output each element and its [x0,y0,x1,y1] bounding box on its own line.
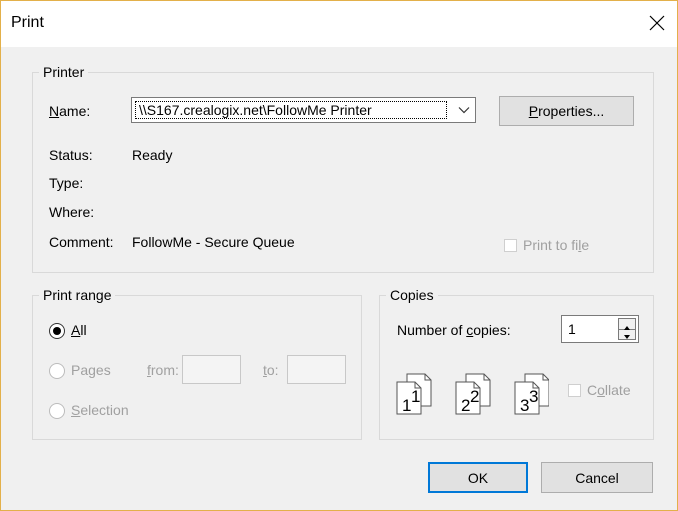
selection-radio[interactable] [49,403,65,419]
spin-buttons [618,318,636,340]
printer-group-legend: Printer [43,64,85,80]
printer-name-label: Name: [49,103,91,119]
pages-radio[interactable] [49,363,65,379]
print-range-legend: Print range [43,287,112,303]
printer-name-combobox[interactable]: \\S167.crealogix.net\FollowMe Printer [131,97,476,123]
ok-button[interactable]: OK [428,462,528,493]
collate-number: 3 [529,387,538,406]
print-to-file-checkbox[interactable] [504,239,517,252]
cancel-button-label: Cancel [575,469,619,486]
status-value: Ready [132,147,173,163]
status-label: Status: [49,147,93,163]
comment-label: Comment: [49,234,114,250]
ok-button-label: OK [467,469,489,486]
spin-down-icon [624,335,630,339]
pages-label: Pages [71,362,111,378]
chevron-down-icon [458,107,470,114]
close-icon [649,15,665,31]
copies-spinner[interactable]: 1 [561,315,639,343]
all-radio-dot [53,327,61,335]
dialog-title: Print [11,14,44,31]
pages-from-input[interactable] [182,355,241,384]
number-of-copies-label: Number of copies: [397,322,511,338]
to-label: to: [263,362,279,378]
collate-number: 2 [461,396,470,415]
collate-number: 1 [411,387,420,406]
properties-button-label: Properties... [528,103,605,119]
spin-down-button[interactable] [619,329,635,339]
print-to-file-label: Print to file [523,237,590,253]
comment-value: FollowMe - Secure Queue [132,234,295,250]
type-label: Type: [49,175,84,191]
collate-number: 2 [470,387,479,406]
copies-value: 1 [568,321,576,337]
pages-to-input[interactable] [287,355,346,384]
copies-legend: Copies [390,287,434,303]
all-radio[interactable] [49,323,65,339]
where-label: Where: [49,204,95,220]
collate-checkbox[interactable] [568,384,581,397]
collate-number: 3 [520,396,529,415]
properties-button[interactable]: Properties... [499,96,634,126]
from-label: from: [147,362,179,378]
collate-number: 1 [402,396,411,415]
title-bar: Print [1,1,677,47]
cancel-button[interactable]: Cancel [541,462,653,493]
print-dialog: Print Printer Name: \\S167.crealogix.net… [0,0,678,511]
close-button[interactable] [645,11,669,35]
all-label: All [71,322,87,338]
collate-pages-icon: 1 1 2 2 3 3 [396,373,549,415]
selection-label: Selection [71,402,129,418]
printer-name-value: \\S167.crealogix.net\FollowMe Printer [135,101,447,119]
collate-label: Collate [587,382,631,398]
